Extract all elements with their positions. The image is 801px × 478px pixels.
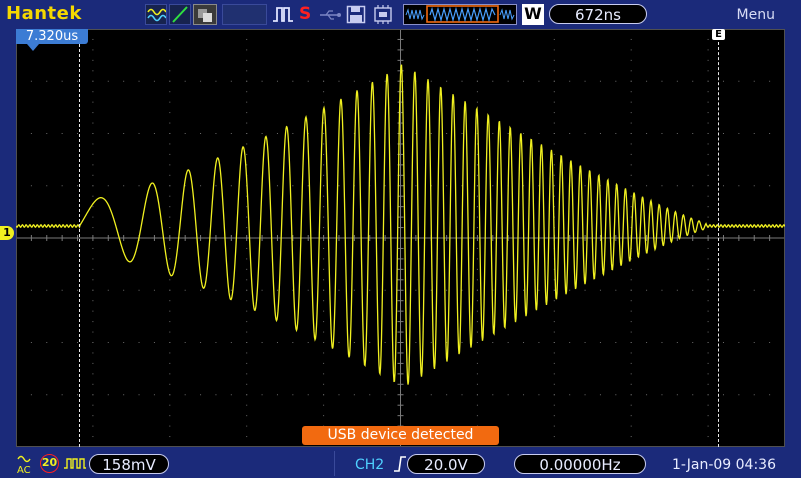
date-time-label: 1-Jan-09 04:36 [672,457,776,473]
trigger-mode-box[interactable]: W [522,4,544,25]
memory-depth-strip[interactable] [403,4,517,25]
top-toolbar: Hantek S W 672ns Menu [0,0,801,29]
channel-1-marker[interactable]: 1 [0,226,14,240]
time-offset-label[interactable]: 7.320us [16,29,88,44]
left-cursor-line[interactable] [79,29,80,447]
rising-edge-icon[interactable] [393,455,407,473]
waveform-screen[interactable]: 7.320us E [16,29,785,447]
vector-mode-icon[interactable] [169,4,191,25]
timebase-readout[interactable]: 672ns [549,4,647,24]
probe-pulse-icon [64,458,86,469]
menu-button[interactable]: Menu [737,7,775,23]
wave-display-icon[interactable] [145,4,167,25]
scope-grid-and-trace [16,29,785,447]
trigger-level-readout[interactable]: 20.0V [407,454,485,474]
trigger-position-marker[interactable]: E [712,29,725,40]
bottom-status-bar: AC 20 158mV CH2 20.0V 0.00000Hz 1-Jan-09… [0,449,801,478]
brand-logo: Hantek [6,3,82,24]
status-blank-box [222,4,267,25]
run-pulse-icon[interactable] [272,4,294,25]
save-disk-icon[interactable] [346,4,366,25]
bandwidth-limit-badge[interactable]: 20 [40,454,59,473]
ch1-volts-per-div[interactable]: 158mV [89,454,169,474]
right-cursor-line[interactable] [718,37,719,447]
persist-mode-icon[interactable] [193,4,217,25]
stop-s-icon[interactable]: S [299,4,315,25]
usb-toast-notification: USB device detected [302,426,499,445]
bottom-divider-1 [334,451,335,476]
memory-icon [371,4,395,25]
time-offset-pointer-icon [27,44,39,51]
ac-coupling-icon[interactable]: AC [16,453,36,475]
usb-icon [318,4,342,25]
coupling-text: AC [17,465,31,475]
trigger-source-label[interactable]: CH2 [355,457,384,473]
frequency-readout: 0.00000Hz [514,454,646,474]
